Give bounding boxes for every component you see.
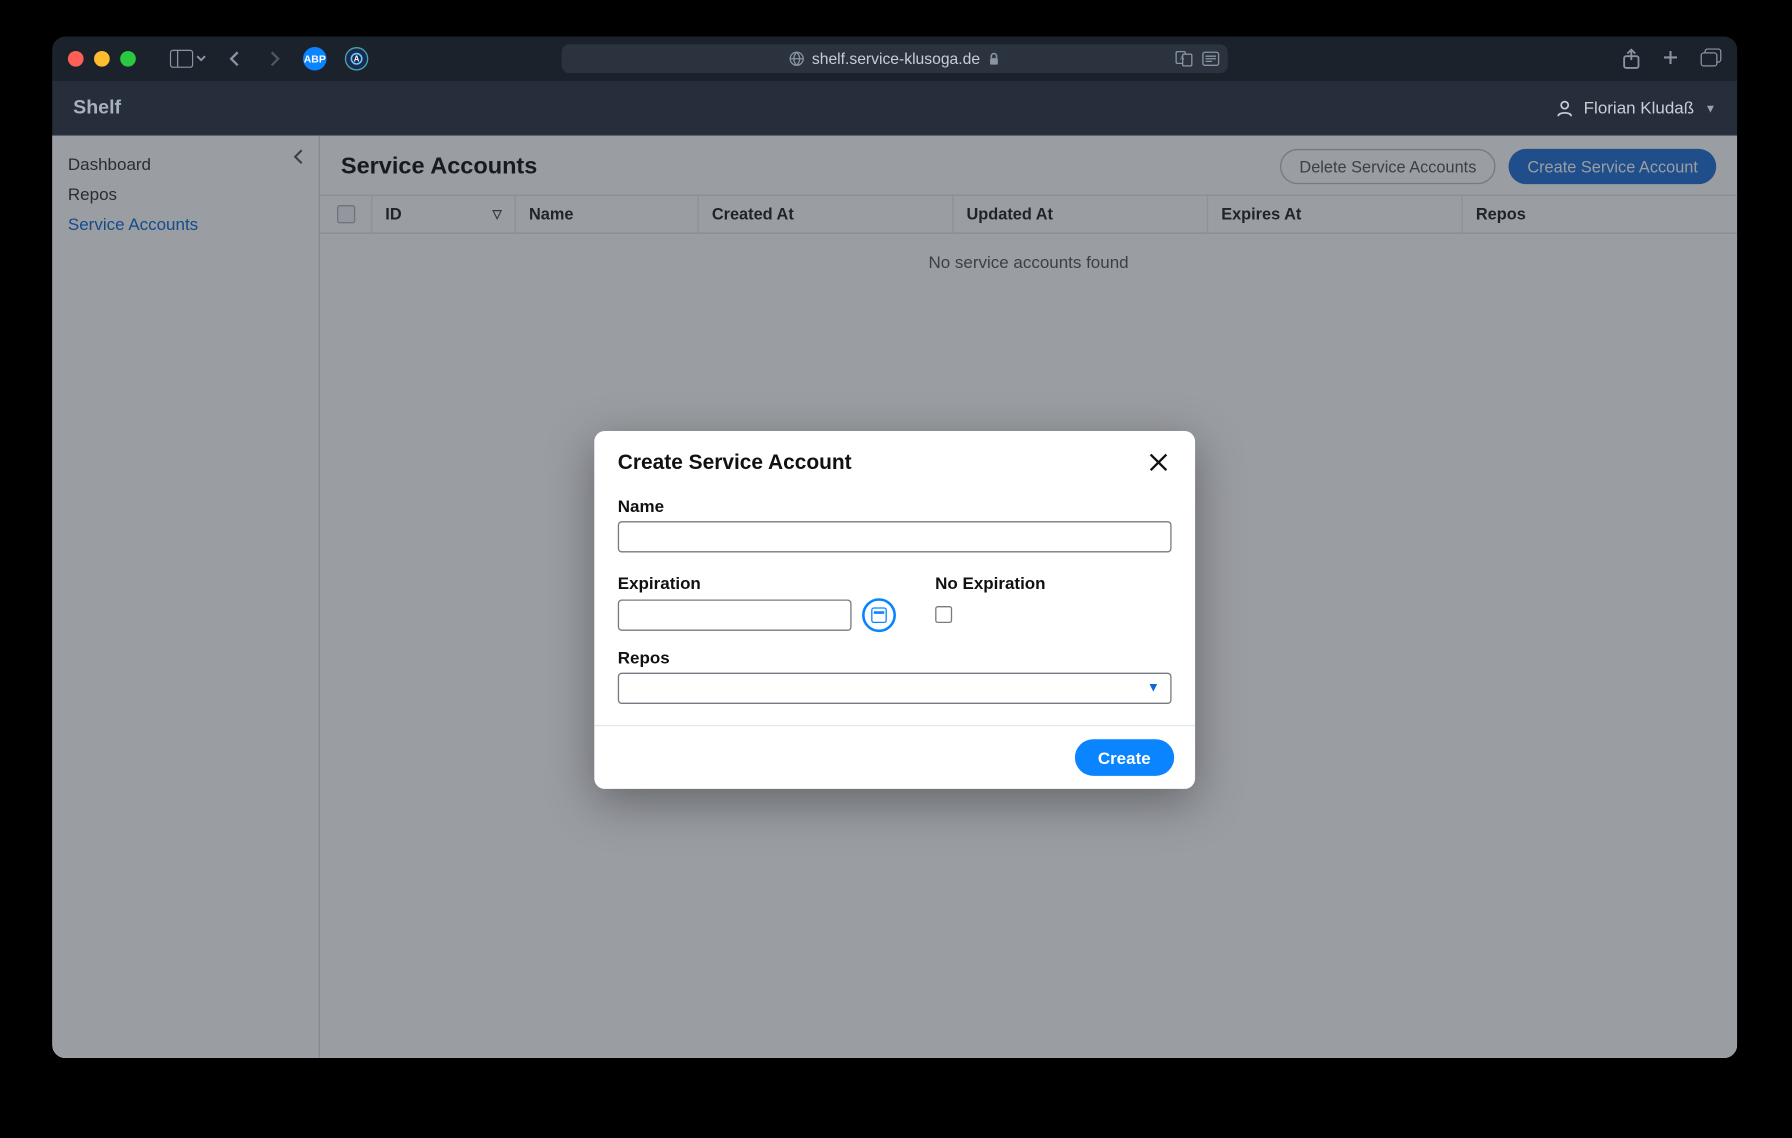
app-header: Shelf Florian Kludaß ▼	[52, 81, 1737, 136]
calendar-icon	[871, 607, 887, 623]
svg-text:A: A	[1180, 55, 1185, 62]
share-icon[interactable]	[1622, 48, 1640, 69]
svg-text:A: A	[354, 54, 360, 63]
address-bar[interactable]: shelf.service-klusoga.de A	[562, 44, 1228, 73]
calendar-button[interactable]	[862, 598, 896, 632]
user-icon	[1555, 99, 1573, 117]
extension-icon[interactable]: A	[345, 47, 369, 71]
back-button[interactable]	[225, 48, 246, 69]
no-expiration-label: No Expiration	[935, 573, 1171, 593]
name-input[interactable]	[618, 521, 1172, 552]
no-expiration-checkbox[interactable]	[935, 606, 952, 623]
window-controls[interactable]	[68, 51, 136, 67]
browser-titlebar: ABP A shelf.service-klusoga.de A	[52, 37, 1737, 81]
maximize-window-icon[interactable]	[120, 51, 136, 67]
brand[interactable]: Shelf	[73, 97, 121, 119]
close-window-icon[interactable]	[68, 51, 84, 67]
tabs-icon[interactable]	[1701, 48, 1722, 66]
minimize-window-icon[interactable]	[94, 51, 110, 67]
lock-icon	[988, 52, 1001, 65]
repos-select[interactable]: ▼	[618, 673, 1172, 704]
create-service-account-modal: Create Service Account Name Expiration	[594, 431, 1195, 789]
forward-button	[264, 48, 285, 69]
create-button[interactable]: Create	[1074, 739, 1174, 776]
translate-icon[interactable]: A	[1175, 51, 1193, 67]
extension-abp-icon[interactable]: ABP	[303, 47, 327, 71]
modal-title: Create Service Account	[618, 452, 852, 476]
globe-icon	[788, 51, 804, 67]
chevron-down-icon: ▼	[1705, 101, 1717, 114]
close-icon[interactable]	[1148, 452, 1172, 476]
name-label: Name	[618, 496, 1172, 516]
chevron-down-icon: ▼	[1147, 681, 1160, 695]
expiration-label: Expiration	[618, 573, 896, 593]
chevron-down-icon[interactable]	[196, 54, 206, 64]
expiration-input[interactable]	[618, 599, 852, 630]
address-url: shelf.service-klusoga.de	[812, 50, 980, 68]
reader-icon[interactable]	[1202, 51, 1220, 67]
new-tab-icon[interactable]	[1661, 48, 1679, 66]
sidebar-toggle-icon[interactable]	[170, 50, 207, 68]
user-menu[interactable]: Florian Kludaß ▼	[1555, 98, 1716, 118]
browser-window: ABP A shelf.service-klusoga.de A	[52, 37, 1737, 1058]
repos-label: Repos	[618, 648, 1172, 668]
username: Florian Kludaß	[1584, 98, 1694, 118]
